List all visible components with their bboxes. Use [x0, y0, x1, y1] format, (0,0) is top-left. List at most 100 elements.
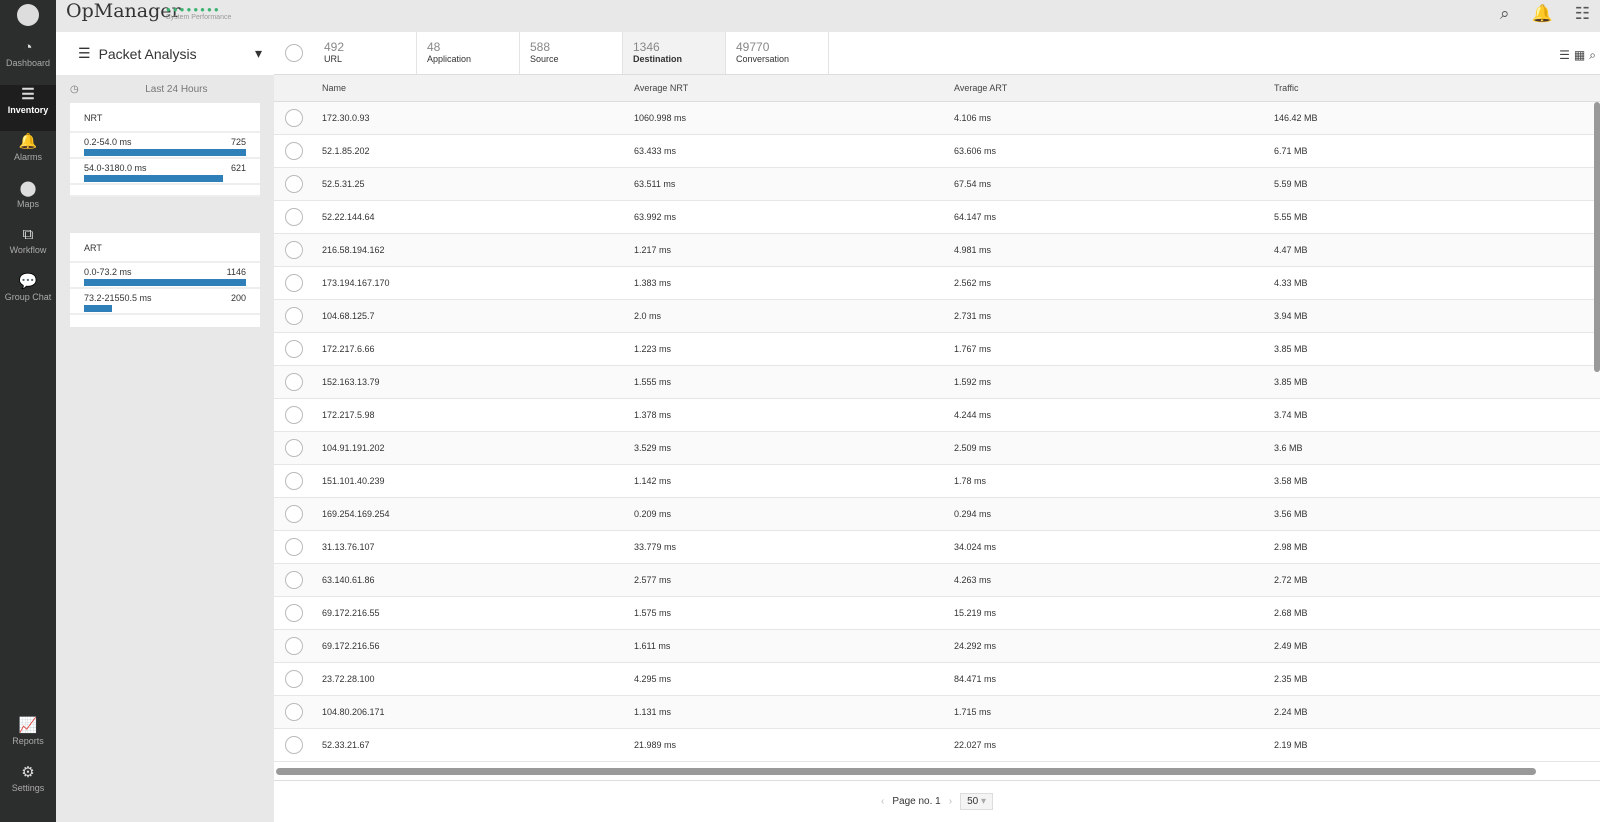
row-checkbox[interactable] — [285, 373, 303, 391]
cell-name[interactable]: 172.217.6.66 — [314, 344, 634, 354]
sidebar-item-reports[interactable]: 📈 Reports — [0, 716, 56, 762]
row-checkbox[interactable] — [285, 340, 303, 358]
cell-name[interactable]: 173.194.167.170 — [314, 278, 634, 288]
cell-name[interactable]: 104.68.125.7 — [314, 311, 634, 321]
cell-name[interactable]: 52.5.31.25 — [314, 179, 634, 189]
table-row[interactable]: 152.163.13.79 1.555 ms 1.592 ms 3.85 MB — [274, 366, 1600, 399]
cell-name[interactable]: 52.1.85.202 — [314, 146, 634, 156]
table-row[interactable]: 69.172.216.56 1.611 ms 24.292 ms 2.49 MB — [274, 630, 1600, 663]
row-checkbox[interactable] — [285, 274, 303, 292]
cell-name[interactable]: 151.101.40.239 — [314, 476, 634, 486]
row-checkbox[interactable] — [285, 472, 303, 490]
header-avg-art[interactable]: Average ART — [954, 83, 1274, 93]
cell-name[interactable]: 69.172.216.55 — [314, 608, 634, 618]
cell-name[interactable]: 52.33.21.67 — [314, 740, 634, 750]
user-avatar[interactable] — [17, 4, 39, 26]
select-all-checkbox[interactable] — [285, 44, 303, 62]
grid-view-icon[interactable]: ▦ — [1574, 48, 1585, 63]
sidebar-item-settings[interactable]: ⚙ Settings — [0, 763, 56, 809]
row-checkbox[interactable] — [285, 439, 303, 457]
system-performance[interactable]: ●●●●●●●● System Performance — [166, 5, 231, 21]
cell-name[interactable]: 104.91.191.202 — [314, 443, 634, 453]
table-row[interactable]: 172.30.0.93 1060.998 ms 4.106 ms 146.42 MB — [274, 102, 1600, 135]
cell-name[interactable]: 52.22.144.64 — [314, 212, 634, 222]
row-checkbox[interactable] — [285, 142, 303, 160]
table-row[interactable]: 52.33.21.67 21.989 ms 22.027 ms 2.19 MB — [274, 729, 1600, 762]
cell-name[interactable]: 31.13.76.107 — [314, 542, 634, 552]
row-checkbox[interactable] — [285, 736, 303, 754]
row-checkbox[interactable] — [285, 703, 303, 721]
table-row[interactable]: 172.217.6.66 1.223 ms 1.767 ms 3.85 MB — [274, 333, 1600, 366]
row-checkbox[interactable] — [285, 109, 303, 127]
cell-name[interactable]: 69.172.216.56 — [314, 641, 634, 651]
table-row[interactable]: 69.172.216.55 1.575 ms 15.219 ms 2.68 MB — [274, 597, 1600, 630]
table-row[interactable]: 52.1.85.202 63.433 ms 63.606 ms 6.71 MB — [274, 135, 1600, 168]
row-checkbox[interactable] — [285, 175, 303, 193]
art-range-row[interactable]: 73.2-21550.5 ms 200 — [70, 289, 260, 315]
row-checkbox[interactable] — [285, 637, 303, 655]
search-icon[interactable]: ⌕ — [1589, 48, 1596, 63]
sidebar-item-maps[interactable]: ⬤ Maps — [0, 179, 56, 225]
sidebar-item-group-chat[interactable]: 💬 Group Chat — [0, 272, 56, 318]
row-checkbox[interactable] — [285, 208, 303, 226]
sidebar-item-alarms[interactable]: 🔔 Alarms — [0, 132, 56, 178]
row-checkbox[interactable] — [285, 571, 303, 589]
table-row[interactable]: 52.22.144.64 63.992 ms 64.147 ms 5.55 MB — [274, 201, 1600, 234]
prev-page-button[interactable]: ‹ — [881, 796, 884, 807]
row-select — [274, 142, 314, 160]
row-checkbox[interactable] — [285, 670, 303, 688]
table-row[interactable]: 104.68.125.7 2.0 ms 2.731 ms 3.94 MB — [274, 300, 1600, 333]
cell-avg-art: 1.78 ms — [954, 476, 987, 486]
row-checkbox[interactable] — [285, 241, 303, 259]
table-row[interactable]: 216.58.194.162 1.217 ms 4.981 ms 4.47 MB — [274, 234, 1600, 267]
tab-source[interactable]: 588 Source — [520, 32, 623, 74]
tab-url[interactable]: 492 URL — [314, 32, 417, 74]
cell-name[interactable]: 104.80.206.171 — [314, 707, 634, 717]
header-name[interactable]: Name — [314, 83, 634, 93]
table-row[interactable]: 104.91.191.202 3.529 ms 2.509 ms 3.6 MB — [274, 432, 1600, 465]
header-avg-nrt[interactable]: Average NRT — [634, 83, 954, 93]
table-row[interactable]: 52.5.31.25 63.511 ms 67.54 ms 5.59 MB — [274, 168, 1600, 201]
row-checkbox[interactable] — [285, 406, 303, 424]
row-checkbox[interactable] — [285, 505, 303, 523]
bell-icon[interactable]: 🔔 — [1532, 4, 1553, 24]
table-row[interactable]: 31.13.76.107 33.779 ms 34.024 ms 2.98 MB — [274, 531, 1600, 564]
table-row[interactable]: 151.101.40.239 1.142 ms 1.78 ms 3.58 MB — [274, 465, 1600, 498]
cell-name[interactable]: 172.217.5.98 — [314, 410, 634, 420]
table-row[interactable]: 23.72.28.100 4.295 ms 84.471 ms 2.35 MB — [274, 663, 1600, 696]
cell-name[interactable]: 152.163.13.79 — [314, 377, 634, 387]
page-size-select[interactable]: 50 ▾ — [960, 793, 993, 810]
sidebar-item-inventory[interactable]: ☰ Inventory — [0, 85, 56, 131]
nrt-title: NRT — [70, 103, 260, 133]
row-checkbox[interactable] — [285, 538, 303, 556]
sidebar-item-workflow[interactable]: ⧉ Workflow — [0, 225, 56, 271]
cell-name[interactable]: 216.58.194.162 — [314, 245, 634, 255]
table-row[interactable]: 104.80.206.171 1.131 ms 1.715 ms 2.24 MB — [274, 696, 1600, 729]
nrt-range-row[interactable]: 54.0-3180.0 ms 621 — [70, 159, 260, 185]
cell-name[interactable]: 63.140.61.86 — [314, 575, 634, 585]
tab-conversation[interactable]: 49770 Conversation — [726, 32, 829, 74]
tab-application[interactable]: 48 Application — [417, 32, 520, 74]
row-checkbox[interactable] — [285, 307, 303, 325]
sidebar-item-dashboard[interactable]: ◔ Dashboard — [0, 38, 56, 84]
next-page-button[interactable]: › — [949, 796, 952, 807]
row-checkbox[interactable] — [285, 604, 303, 622]
packet-analysis-dropdown[interactable]: ☰ Packet Analysis ▾ — [56, 32, 274, 75]
list-view-icon[interactable]: ☰ — [1559, 48, 1570, 63]
vertical-scrollbar[interactable] — [1594, 102, 1600, 372]
table-row[interactable]: 169.254.169.254 0.209 ms 0.294 ms 3.56 MB — [274, 498, 1600, 531]
table-row[interactable]: 173.194.167.170 1.383 ms 2.562 ms 4.33 MB — [274, 267, 1600, 300]
art-range-row[interactable]: 0.0-73.2 ms 1146 — [70, 263, 260, 289]
cell-name[interactable]: 23.72.28.100 — [314, 674, 634, 684]
cell-name[interactable]: 172.30.0.93 — [314, 113, 634, 123]
horizontal-scrollbar[interactable] — [276, 768, 1536, 775]
settings-sliders-icon[interactable]: ☷ — [1575, 4, 1590, 24]
time-period[interactable]: Last 24 Hours — [79, 84, 274, 95]
header-traffic[interactable]: Traffic — [1274, 83, 1600, 93]
table-row[interactable]: 63.140.61.86 2.577 ms 4.263 ms 2.72 MB — [274, 564, 1600, 597]
tab-destination[interactable]: 1346 Destination — [623, 32, 726, 74]
table-row[interactable]: 172.217.5.98 1.378 ms 4.244 ms 3.74 MB — [274, 399, 1600, 432]
search-icon[interactable]: ⌕ — [1500, 4, 1510, 24]
cell-name[interactable]: 169.254.169.254 — [314, 509, 634, 519]
nrt-range-row[interactable]: 0.2-54.0 ms 725 — [70, 133, 260, 159]
